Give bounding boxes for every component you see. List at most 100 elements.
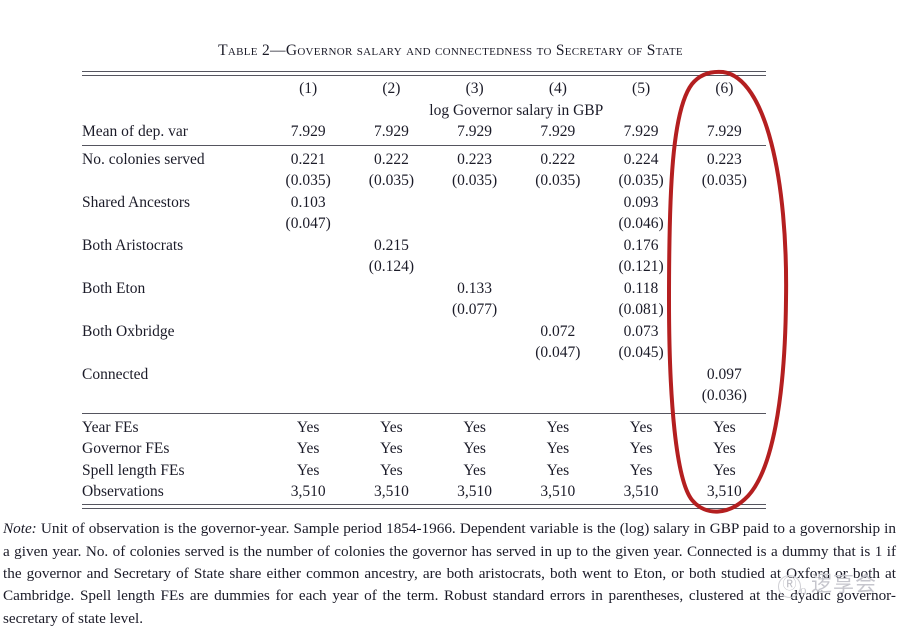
table-row-standard-error: (0.035) (0.035) (0.035) (0.035) (0.035) …	[82, 170, 766, 192]
table-row-footer: Observations 3,510 3,510 3,510 3,510 3,5…	[82, 481, 766, 503]
shared-ancestors-se-col3	[433, 213, 516, 235]
both-aristocrats-est-col5: 0.176	[623, 236, 659, 254]
both-oxbridge-est-col4: 0.072	[540, 322, 576, 340]
row-label-spell-length-fes: Spell length FEs	[82, 461, 185, 479]
both-eton-se-col2	[350, 299, 433, 321]
governor-fes-col5: Yes	[629, 440, 653, 457]
both-aristocrats-est-col4	[516, 235, 599, 257]
both-oxbridge-se-col6	[683, 342, 766, 364]
shared-ancestors-est-col1: 0.103	[290, 193, 326, 211]
row-label-no-colonies-served: No. colonies served	[82, 150, 205, 168]
spell-length-fes-col4: Yes	[546, 461, 570, 479]
connected-se-col2	[350, 385, 433, 407]
no-colonies-served-se-col6: (0.035)	[701, 172, 747, 189]
table-title-text: Table 2—Governor salary and connectednes…	[218, 42, 683, 59]
observations-col5: 3,510	[623, 483, 659, 500]
no-colonies-served-se-col2: (0.035)	[368, 172, 414, 189]
no-colonies-served-se-col4: (0.035)	[535, 172, 581, 189]
no-colonies-served-est-col3: 0.223	[457, 150, 493, 168]
connected-est-col1	[267, 364, 350, 386]
governor-fes-col3: Yes	[463, 440, 486, 457]
row-label-observations: Observations	[82, 483, 164, 500]
table-row-standard-error: (0.124) (0.121)	[82, 256, 766, 278]
no-colonies-served-est-col2: 0.222	[373, 150, 409, 168]
no-colonies-served-est-col6: 0.223	[706, 150, 742, 168]
both-eton-se-col3: (0.077)	[452, 301, 498, 318]
both-oxbridge-se-col3	[433, 342, 516, 364]
year-fes-col4: Yes	[546, 418, 570, 436]
connected-se-col5	[599, 385, 682, 407]
both-aristocrats-est-col1	[267, 235, 350, 257]
row-label-both-aristocrats: Both Aristocrats	[82, 236, 184, 254]
connected-est-col2	[350, 364, 433, 386]
se-label-blank-no-colonies	[82, 170, 267, 192]
shared-ancestors-se-col5: (0.046)	[618, 215, 664, 232]
year-fes-col5: Yes	[629, 418, 653, 436]
governor-fes-col2: Yes	[380, 440, 403, 457]
both-oxbridge-est-col3	[433, 321, 516, 343]
both-oxbridge-se-col1	[267, 342, 350, 364]
both-oxbridge-se-col5: (0.045)	[618, 344, 664, 361]
shared-ancestors-se-col2	[350, 213, 433, 235]
both-aristocrats-est-col6	[683, 235, 766, 257]
spell-length-fes-col1: Yes	[296, 461, 320, 479]
no-colonies-served-est-col4: 0.222	[540, 150, 576, 168]
se-label-blank-both-aristocrats	[82, 256, 267, 278]
shared-ancestors-est-col4	[516, 192, 599, 214]
observations-col4: 3,510	[540, 483, 576, 500]
shared-ancestors-est-col3	[433, 192, 516, 214]
document-page: Table 2—Governor salary and connectednes…	[0, 0, 901, 627]
no-colonies-served-est-col5: 0.224	[623, 150, 659, 168]
row-label-year-fes: Year FEs	[82, 418, 139, 436]
spell-length-fes-col3: Yes	[463, 461, 486, 479]
note-label: Note:	[3, 520, 37, 538]
span-header-blank	[82, 100, 267, 122]
connected-se-col3	[433, 385, 516, 407]
both-aristocrats-est-col3	[433, 235, 516, 257]
both-oxbridge-est-col1	[267, 321, 350, 343]
table-row-standard-error: (0.036)	[82, 385, 766, 407]
column-header-4: (4)	[548, 80, 567, 97]
se-label-blank-shared-ancestors	[82, 213, 267, 235]
spell-length-fes-col6: Yes	[713, 461, 736, 479]
governor-fes-col6: Yes	[713, 440, 736, 457]
shared-ancestors-est-col6	[683, 192, 766, 214]
both-aristocrats-est-col2: 0.215	[373, 236, 409, 254]
spell-length-fes-col5: Yes	[629, 461, 653, 479]
table-rule-body-footer	[82, 411, 766, 417]
connected-se-col6: (0.036)	[701, 387, 747, 404]
statistics-table-block: (1) (2) (3) (4) (5) (6) log Governor sal…	[82, 70, 766, 511]
both-aristocrats-se-col6	[683, 256, 766, 278]
both-oxbridge-se-col2	[350, 342, 433, 364]
both-oxbridge-est-col5: 0.073	[623, 322, 659, 340]
both-oxbridge-est-col2	[350, 321, 433, 343]
shared-ancestors-est-col5: 0.093	[623, 193, 659, 211]
row-label-shared-ancestors: Shared Ancestors	[82, 193, 191, 211]
se-label-blank-both-eton	[82, 299, 267, 321]
both-eton-est-col1	[267, 278, 350, 300]
regression-results-table: (1) (2) (3) (4) (5) (6) log Governor sal…	[82, 70, 766, 511]
column-header-1: (1)	[299, 80, 318, 97]
both-aristocrats-se-col1	[267, 256, 350, 278]
both-eton-se-col5: (0.081)	[618, 301, 664, 318]
note-body: Unit of observation is the governor-year…	[3, 520, 896, 627]
mean-dep-var-col1: 7.929	[290, 123, 326, 140]
both-eton-est-col2	[350, 278, 433, 300]
table-header-row-span: log Governor salary in GBP	[82, 100, 766, 122]
both-eton-se-col6	[683, 299, 766, 321]
column-header-2: (2)	[382, 80, 401, 97]
table-row-estimate: Both Eton 0.133 0.118	[82, 278, 766, 300]
both-eton-est-col4	[516, 278, 599, 300]
no-colonies-served-est-col1: 0.221	[290, 150, 326, 168]
row-label-mean-dep-var: Mean of dep. var	[82, 123, 188, 140]
table-row-footer: Spell length FEs Yes Yes Yes Yes Yes Yes	[82, 460, 766, 482]
mean-dep-var-col5: 7.929	[623, 123, 659, 140]
both-aristocrats-se-col4	[516, 256, 599, 278]
table-row-footer: Year FEs Yes Yes Yes Yes Yes Yes	[82, 417, 766, 439]
no-colonies-served-se-col5: (0.035)	[618, 172, 664, 189]
table-rule-top	[82, 70, 766, 78]
both-eton-est-col3: 0.133	[457, 279, 493, 297]
mean-dep-var-col3: 7.929	[457, 123, 493, 140]
table-row-standard-error: (0.047) (0.045)	[82, 342, 766, 364]
shared-ancestors-se-col6	[683, 213, 766, 235]
